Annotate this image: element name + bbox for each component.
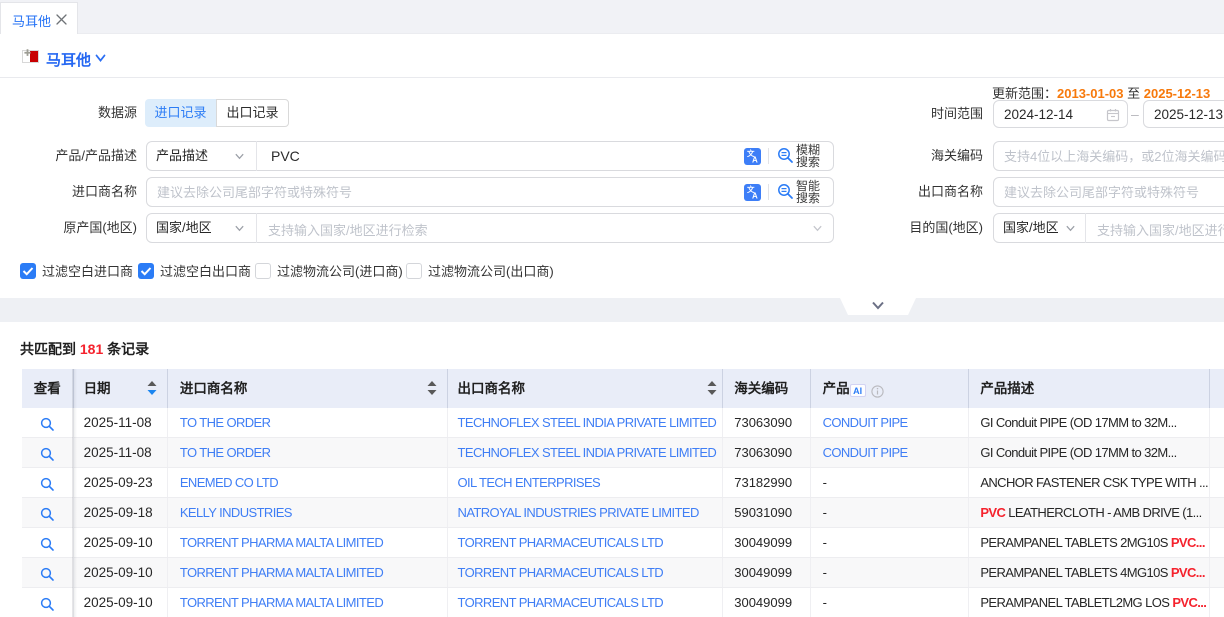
svg-text:A: A	[752, 155, 758, 164]
svg-text:A: A	[752, 191, 758, 200]
